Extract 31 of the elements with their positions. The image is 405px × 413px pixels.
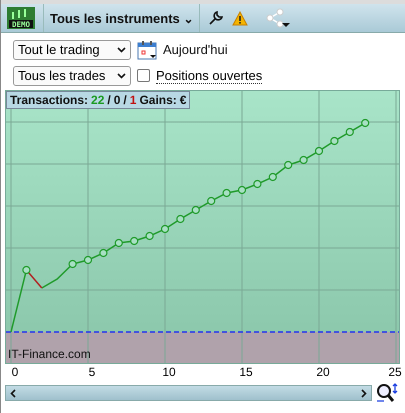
stats-text: Transactions:	[10, 93, 88, 107]
stats-text: /	[107, 93, 111, 107]
warning-icon[interactable]	[232, 10, 248, 26]
axis-label: 20	[316, 365, 330, 379]
instrument-menu[interactable]: Tous les instruments ⌄	[43, 4, 200, 32]
chevron-down-icon	[117, 72, 126, 78]
stats-text: Gains:	[139, 93, 177, 107]
calendar-icon[interactable]	[137, 40, 157, 60]
axis-label: 5	[88, 365, 96, 379]
date-label[interactable]: Aujourd'hui	[163, 42, 228, 57]
wrench-icon[interactable]	[208, 10, 224, 26]
stats-text: 1	[130, 93, 136, 107]
share-icon[interactable]	[266, 8, 290, 28]
axis-label: 0	[12, 365, 18, 379]
open-positions-checkbox[interactable]	[137, 69, 150, 82]
watermark-text: IT-Finance.com	[8, 347, 91, 361]
axis-label: 15	[239, 365, 253, 379]
period-dropdown[interactable]: Tout le trading	[13, 40, 131, 60]
horizontal-scrollbar[interactable]	[5, 385, 372, 401]
scroll-left-icon[interactable]	[10, 388, 16, 398]
stats-text: €	[180, 93, 186, 107]
trades-dropdown[interactable]: Tous les trades	[13, 66, 131, 86]
axis-label: 10	[162, 365, 176, 379]
stats-text: /	[123, 93, 127, 107]
zoom-icon[interactable]	[376, 383, 398, 403]
stats-text: 0	[114, 93, 120, 107]
axis-label: 25	[388, 365, 402, 379]
chevron-down-icon	[117, 46, 126, 52]
stats-text: 22	[91, 93, 104, 107]
open-positions-label[interactable]: Positions ouvertes	[156, 68, 262, 84]
scroll-right-icon[interactable]	[361, 388, 367, 398]
